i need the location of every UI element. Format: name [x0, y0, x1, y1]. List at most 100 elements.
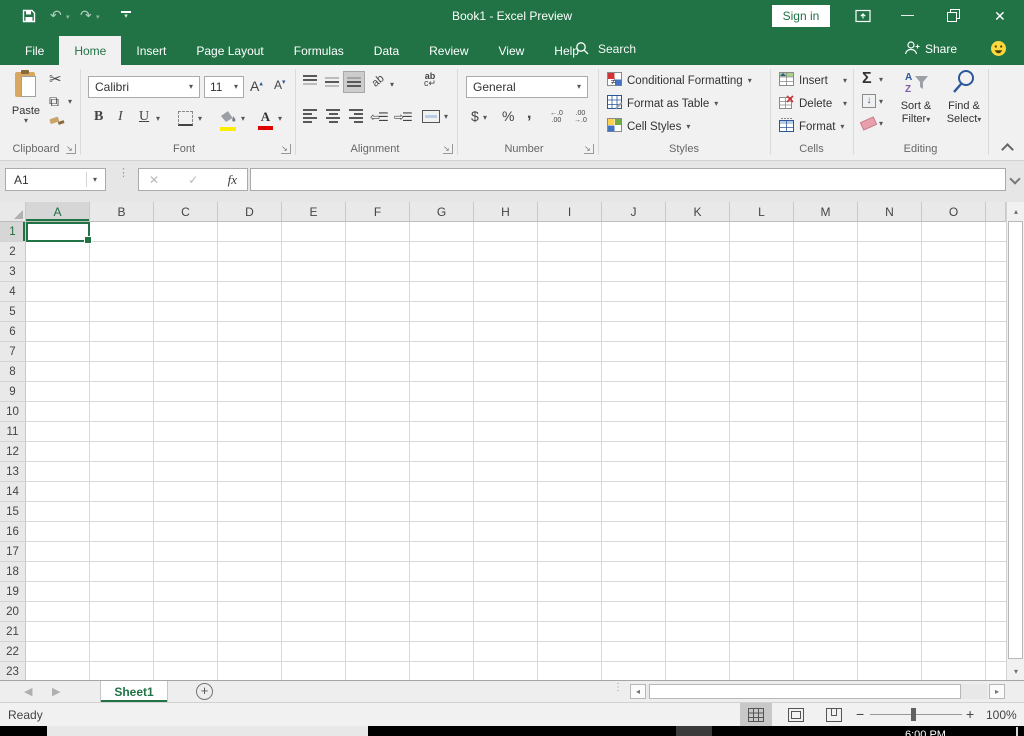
sort-filter-button[interactable]: AZ Sort & Filter▾: [893, 69, 939, 126]
format-as-table-button[interactable]: Format as Table ▾: [607, 95, 718, 112]
cells-area[interactable]: [26, 222, 1006, 680]
collapse-ribbon-icon[interactable]: [1001, 143, 1014, 156]
autosum-dropdown-icon[interactable]: ▾: [879, 76, 883, 84]
wrap-text-button[interactable]: abc↵: [424, 73, 436, 87]
column-header-D[interactable]: D: [218, 202, 282, 222]
zoom-out-button[interactable]: −: [856, 706, 864, 722]
font-name-combobox[interactable]: Calibri ▾: [88, 76, 200, 98]
autosum-icon[interactable]: Σ: [862, 70, 872, 88]
font-color-icon[interactable]: A: [258, 108, 273, 130]
row-header-4[interactable]: 4: [0, 282, 26, 302]
share-icon[interactable]: [903, 40, 920, 61]
hscroll-left-icon[interactable]: ◂: [630, 684, 646, 699]
decrease-decimal-button[interactable]: .00 →.0: [574, 110, 587, 124]
column-header-O[interactable]: O: [922, 202, 986, 222]
insert-function-icon[interactable]: fx: [228, 172, 237, 188]
merge-center-dropdown-icon[interactable]: ▾: [444, 113, 448, 121]
search-label[interactable]: Search: [598, 42, 636, 56]
zoom-in-button[interactable]: +: [966, 706, 974, 722]
row-header-23[interactable]: 23: [0, 662, 26, 680]
row-header-19[interactable]: 19: [0, 582, 26, 602]
row-header-22[interactable]: 22: [0, 642, 26, 662]
selected-cell-a1[interactable]: [26, 222, 90, 242]
ribbon-tab-home[interactable]: Home: [59, 36, 121, 65]
decrease-indent-icon[interactable]: ⇦☰: [370, 110, 387, 124]
insert-cells-button[interactable]: Insert: [779, 72, 828, 89]
font-size-combobox[interactable]: 11 ▾: [204, 76, 244, 98]
column-header-A[interactable]: A: [26, 202, 90, 222]
insert-cells-dropdown-icon[interactable]: ▾: [843, 77, 847, 85]
shrink-font-button[interactable]: A▾: [274, 78, 286, 92]
row-header-20[interactable]: 20: [0, 602, 26, 622]
fill-handle[interactable]: [84, 236, 92, 244]
sheet-nav-next-icon[interactable]: ▶: [52, 685, 60, 698]
font-color-dropdown-icon[interactable]: ▾: [278, 115, 282, 123]
currency-dropdown-icon[interactable]: ▾: [483, 114, 487, 122]
restore-button[interactable]: [947, 9, 960, 27]
delete-cells-button[interactable]: Delete: [779, 95, 832, 112]
row-header-6[interactable]: 6: [0, 322, 26, 342]
share-label[interactable]: Share: [925, 42, 957, 56]
increase-indent-icon[interactable]: ⇨☰: [394, 110, 411, 124]
fill-color-dropdown-icon[interactable]: ▾: [241, 115, 245, 123]
italic-button[interactable]: I: [118, 109, 123, 125]
clear-icon[interactable]: [860, 116, 877, 130]
row-header-21[interactable]: 21: [0, 622, 26, 642]
percent-button[interactable]: %: [502, 108, 514, 124]
row-header-10[interactable]: 10: [0, 402, 26, 422]
zoom-slider-thumb[interactable]: [911, 708, 916, 721]
row-header-16[interactable]: 16: [0, 522, 26, 542]
font-size-dropdown-icon[interactable]: ▾: [234, 83, 238, 91]
row-header-11[interactable]: 11: [0, 422, 26, 442]
name-box-dropdown-icon[interactable]: ▾: [93, 176, 97, 184]
ribbon-tab-insert[interactable]: Insert: [121, 36, 181, 65]
cut-icon[interactable]: ✂: [49, 70, 62, 88]
column-header-K[interactable]: K: [666, 202, 730, 222]
page-break-view-button[interactable]: [818, 703, 850, 726]
select-all-button[interactable]: [0, 202, 26, 222]
row-header-9[interactable]: 9: [0, 382, 26, 402]
ribbon-tab-page-layout[interactable]: Page Layout: [181, 36, 278, 65]
grow-font-button[interactable]: A▴: [250, 78, 263, 94]
add-sheet-button[interactable]: +: [196, 683, 213, 700]
row-header-12[interactable]: 12: [0, 442, 26, 462]
scroll-up-icon[interactable]: ▴: [1007, 202, 1024, 220]
normal-view-button[interactable]: [740, 703, 772, 726]
tabbar-resize-handle[interactable]: ⋮: [613, 686, 623, 690]
merge-center-icon[interactable]: [422, 110, 440, 123]
scroll-down-icon[interactable]: ▾: [1007, 662, 1024, 680]
clear-dropdown-icon[interactable]: ▾: [879, 120, 883, 128]
align-right-button[interactable]: [347, 109, 363, 123]
column-header-L[interactable]: L: [730, 202, 794, 222]
center-button[interactable]: [325, 109, 341, 123]
column-header-N[interactable]: N: [858, 202, 922, 222]
increase-decimal-button[interactable]: ←.0 .00: [550, 110, 563, 124]
horizontal-scrollbar[interactable]: [647, 684, 987, 699]
column-header-J[interactable]: J: [602, 202, 666, 222]
underline-dropdown-icon[interactable]: ▾: [156, 115, 160, 123]
underline-button[interactable]: U: [139, 109, 149, 125]
row-header-3[interactable]: 3: [0, 262, 26, 282]
row-header-7[interactable]: 7: [0, 342, 26, 362]
hscroll-right-icon[interactable]: ▸: [989, 684, 1005, 699]
enter-icon[interactable]: ✓: [188, 173, 198, 187]
top-align-button[interactable]: [303, 75, 319, 85]
column-header-G[interactable]: G: [410, 202, 474, 222]
cancel-icon[interactable]: ✕: [149, 173, 159, 187]
paste-button[interactable]: Paste ▾: [6, 68, 46, 140]
column-header-I[interactable]: I: [538, 202, 602, 222]
ribbon-tab-review[interactable]: Review: [414, 36, 483, 65]
row-header-17[interactable]: 17: [0, 542, 26, 562]
bottom-align-button-selected[interactable]: [344, 72, 364, 92]
formula-bar-resize-handle[interactable]: ⋮: [118, 171, 129, 176]
currency-button[interactable]: $: [471, 108, 479, 124]
number-format-combobox[interactable]: General ▾: [466, 76, 588, 98]
number-dialog-launcher[interactable]: ↘: [584, 144, 594, 154]
fill-dropdown-icon[interactable]: ▾: [879, 98, 883, 106]
paste-dropdown-icon[interactable]: ▾: [6, 117, 46, 125]
orientation-icon[interactable]: ab: [370, 72, 387, 89]
row-header-8[interactable]: 8: [0, 362, 26, 382]
fill-color-icon[interactable]: [220, 109, 237, 131]
row-header-5[interactable]: 5: [0, 302, 26, 322]
column-header-B[interactable]: B: [90, 202, 154, 222]
